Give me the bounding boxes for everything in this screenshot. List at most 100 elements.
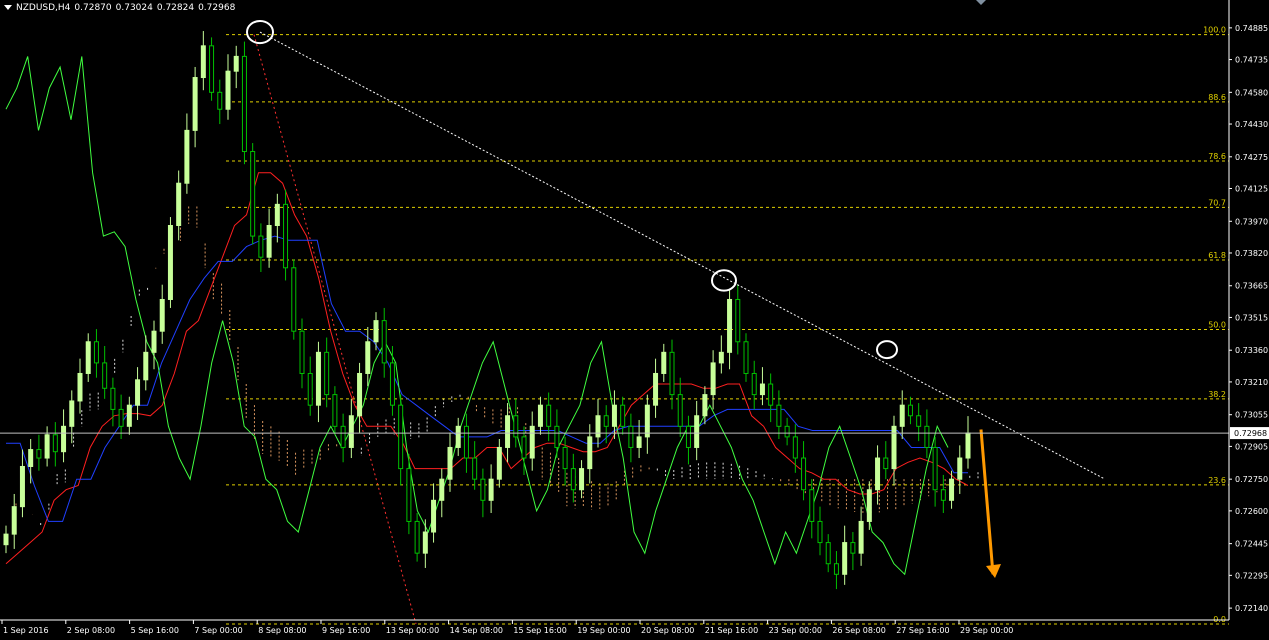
candle-body — [595, 415, 601, 438]
candle-body — [431, 499, 437, 533]
axes: 0.74885 0.74735 0.74580 0.74430 0.74275 0.741… — [0, 0, 1269, 635]
price-tick-label: 0.74885 — [1235, 24, 1268, 33]
candle-body — [883, 457, 889, 470]
candle-body — [603, 415, 609, 427]
price-tick-label: 0.72905 — [1235, 442, 1268, 451]
candle-body — [768, 383, 774, 406]
candle-body — [61, 425, 67, 453]
candle-body — [373, 320, 379, 343]
candle-body — [324, 351, 330, 396]
candle-body — [93, 341, 99, 364]
candle-body — [932, 446, 938, 491]
price-tick-label: 0.73360 — [1235, 346, 1268, 355]
candle-body — [907, 404, 913, 417]
candle-body — [801, 457, 807, 491]
candle-body — [307, 372, 313, 406]
candle-body — [135, 379, 141, 406]
fib-level-label: 50.0 — [1208, 321, 1226, 330]
candle-body — [233, 55, 239, 72]
symbol-label: NZDUSD,H4 — [16, 3, 71, 13]
fib-anchor-line — [253, 34, 417, 625]
candle-body — [291, 267, 297, 332]
time-tick-label: 7 Sep 00:00 — [194, 626, 242, 635]
price-tick-label: 0.72445 — [1235, 540, 1268, 549]
candle-body — [3, 533, 9, 546]
candle-body — [529, 425, 535, 459]
shift-marker-icon — [976, 0, 986, 5]
candle-body — [949, 478, 955, 501]
candle-body — [217, 91, 223, 110]
candle-body — [669, 351, 675, 396]
candle-body — [644, 404, 650, 438]
candle-body — [718, 351, 724, 364]
candle-body — [200, 45, 206, 79]
candle-body — [299, 330, 305, 374]
annotations[interactable] — [246, 20, 1106, 578]
time-tick-label: 19 Sep 00:00 — [577, 626, 630, 635]
open-value: 0.72870 — [74, 3, 112, 13]
candle-body — [167, 225, 173, 300]
close-value: 0.72968 — [198, 3, 236, 13]
candle-body — [102, 362, 108, 389]
price-tick-label: 0.73210 — [1235, 378, 1268, 387]
candle-body — [735, 298, 741, 343]
chart-window[interactable]: 100.0 88.6 78.6 70.7 61.8 50.0 38.2 23.6 0.0 0.7… — [0, 0, 1269, 640]
candle-body — [439, 478, 445, 501]
price-chart[interactable]: 100.0 88.6 78.6 70.7 61.8 50.0 38.2 23.6 0.0 0.7… — [0, 0, 1269, 640]
time-tick-label: 2 Sep 08:00 — [67, 626, 115, 635]
candle-body — [521, 436, 527, 459]
candle-body — [570, 468, 576, 491]
candle-body — [52, 434, 58, 453]
price-tick-label: 0.74125 — [1235, 185, 1268, 194]
candle-body — [677, 394, 683, 427]
price-tick-label: 0.72295 — [1235, 571, 1268, 580]
candle-body — [472, 457, 478, 480]
candle-body — [77, 372, 83, 402]
symbol-header: NZDUSD,H4 0.72870 0.73024 0.72824 0.72968 — [2, 1, 235, 15]
candle-body — [315, 351, 321, 406]
swing-high-circle — [876, 340, 898, 360]
fib-level-label: 0.0 — [1213, 615, 1226, 624]
candle-body — [620, 404, 626, 427]
candle-body — [463, 425, 469, 459]
chikou-line — [5, 56, 949, 576]
candle-body — [118, 408, 124, 427]
candle-body — [554, 425, 560, 448]
candle-body — [241, 55, 247, 153]
time-tick-label: 14 Sep 08:00 — [450, 626, 503, 635]
candle-body — [579, 468, 585, 491]
candle-body — [36, 449, 42, 459]
candle-body — [209, 45, 215, 93]
candle-body — [702, 394, 708, 417]
candle-body — [447, 446, 453, 480]
tenkan-line — [5, 172, 969, 565]
time-tick-label: 27 Sep 16:00 — [896, 626, 949, 635]
time-tick-label: 8 Sep 08:00 — [258, 626, 306, 635]
candle-body — [965, 432, 971, 459]
candle-body — [184, 129, 190, 184]
price-tick-label: 0.72750 — [1235, 475, 1268, 484]
price-tick-label: 0.73820 — [1235, 249, 1268, 258]
candle-body — [792, 436, 798, 459]
time-tick-label: 21 Sep 16:00 — [705, 626, 758, 635]
candle-body — [357, 372, 363, 417]
candle-body — [710, 362, 716, 396]
dropdown-triangle-icon[interactable] — [4, 5, 12, 10]
candle-body — [940, 489, 946, 501]
candle-body — [513, 415, 519, 438]
price-tick-label: 0.74735 — [1235, 56, 1268, 65]
price-tick-label: 0.74580 — [1235, 88, 1268, 97]
time-tick-label: 5 Sep 16:00 — [131, 626, 179, 635]
candle-body — [283, 203, 289, 269]
fib-level-label: 88.6 — [1208, 93, 1226, 102]
fib-level-label: 23.6 — [1208, 476, 1226, 485]
candle-body — [159, 298, 165, 332]
candle-body — [389, 362, 395, 406]
time-tick-label: 13 Sep 00:00 — [386, 626, 439, 635]
indicator-lines — [5, 56, 969, 576]
candle-body — [505, 415, 511, 448]
candle-body — [110, 387, 116, 410]
price-tick-label: 0.73665 — [1235, 282, 1268, 291]
candle-body — [28, 449, 34, 467]
candle-body — [455, 425, 461, 448]
